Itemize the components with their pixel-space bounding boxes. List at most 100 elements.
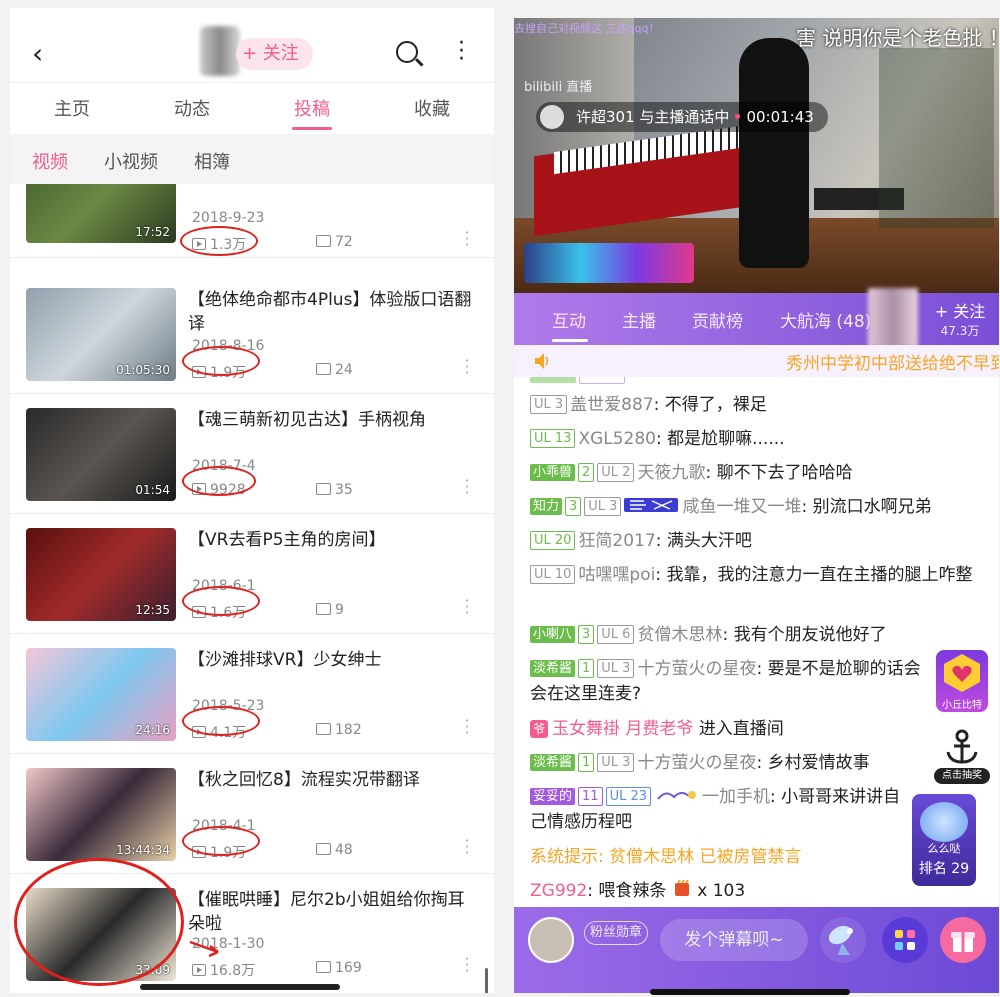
more-vertical-icon[interactable]: · · · [464,833,470,861]
comment-icon [316,723,331,735]
chat-line[interactable]: 妥妥的 11 UL 23 一加手机: 小哥哥来讲讲自己情感历程吧 [530,785,910,835]
lottery-widget[interactable]: 点击抽奖 [934,726,990,784]
video-item[interactable]: 13:44:34 【秋之回忆8】流程实况带翻译 2018-4-1 1.9万 48… [10,754,494,874]
video-title[interactable]: 【绝体绝命都市4Plus】体验版口语翻译 [188,288,478,336]
tab-anchor[interactable]: 主播 [622,307,656,332]
video-comment-count: 35 [316,482,353,498]
home-indicator[interactable] [140,984,340,990]
fan-medal-level: 2 [578,463,595,482]
chat-enter-line[interactable]: 爷玉女舞褂 月费老爷 进入直播间 [530,717,990,742]
uploader-avatar[interactable] [200,26,240,76]
more-vertical-icon[interactable]: · · · [464,473,470,501]
subtab-short-videos[interactable]: 小视频 [104,148,158,174]
chat-line[interactable]: 小乖兽 2 UL 2 天筱九歌: 聊不下去了哈哈哈 [530,461,990,486]
more-vertical-icon[interactable]: · · · [464,593,470,621]
chat-line[interactable]: 知力 3 UL 3 咸鱼一堆又一堆: 别流口水啊兄弟 [530,495,990,520]
home-indicator[interactable] [650,989,850,995]
chat-line[interactable]: UL 10 咕嘿嘿poi: 我靠，我的注意力一直在主播的腿上咋整 [530,563,980,588]
comment-icon [316,843,331,855]
video-title[interactable]: 【魂三萌新初见古达】手柄视角 [188,408,478,432]
user-level-badge: UL 6 [597,625,635,644]
chat-line[interactable]: 小喇八 3 UL 6 贫僧木思林: 我有个朋友说他好了 [530,623,990,648]
chat-username[interactable]: 咕嘿嘿poi [578,565,655,585]
chat-username[interactable]: 一加手机 [702,787,770,807]
gift-icon[interactable] [940,917,986,963]
tab-favorites[interactable]: 收藏 [414,95,450,121]
chat-username[interactable]: 咸鱼一堆又一堆 [682,497,801,517]
video-title[interactable]: 【沙滩排球VR】少女绅士 [188,648,478,672]
tab-contribution-rank[interactable]: 贡献榜 [692,307,743,332]
video-item[interactable]: 24:16 【沙滩排球VR】少女绅士 2018-5-23 4.1万 182 · ·… [10,634,494,754]
chat-username[interactable]: 十方萤火の星夜 [637,659,756,679]
user-level-badge: UL 2 [597,463,635,482]
video-item[interactable]: 01:54 【魂三萌新初见古达】手柄视角 2018-7-4 9928 35 · ·… [10,394,494,514]
voice-call-indicator[interactable]: 许超301 与主播通话中 00:01:43 [536,102,828,132]
search-icon[interactable] [396,41,418,63]
subtab-albums[interactable]: 相簿 [194,148,230,174]
chat-username[interactable]: 贫僧木思林 [637,625,722,645]
subtab-videos[interactable]: 视频 [32,148,68,174]
rank-widget[interactable]: 么么哒 排名 29 [912,794,976,886]
annotation-oval [182,706,260,736]
tab-home[interactable]: 主页 [54,95,90,121]
chat-message: 我有个朋友说他好了 [733,625,887,645]
fan-medal-button[interactable]: 粉丝勋章 [584,921,648,945]
chat-line[interactable]: UL 3 盖世爱887: 不得了，裸足 [530,393,990,418]
video-title[interactable]: 【秋之回忆8】流程实况带翻译 [188,768,478,792]
more-vertical-icon[interactable]: · · · [458,33,465,71]
back-icon[interactable]: ‹ [32,40,43,68]
video-thumbnail[interactable]: 24:16 [26,648,176,741]
video-title[interactable]: 【催眠哄睡】尼尔2b小姐姐给你掏耳朵啦 [188,888,478,936]
more-vertical-icon[interactable]: · · · [464,951,470,979]
anchor-avatar[interactable] [868,288,918,348]
video-thumbnail[interactable]: 13:44:34 [26,768,176,861]
live-video-player[interactable]: 去搜自己对视频这 三连qqq！ 害 说明你是个老色批 ！ bilibili 直播… [514,18,999,293]
follow-button[interactable]: + 关注 [236,38,313,70]
video-duration: 17:52 [135,225,170,239]
uploader-space-panel: ‹ + 关注 · · · 主页 动态 投稿 收藏 视频 小视频 相簿 17:52 2… [10,8,494,993]
video-item[interactable]: 12:35 【VR去看P5主角的房间】 2018-6-1 1.6万 9 · · · [10,514,494,634]
chat-username[interactable]: 十方萤火の星夜 [637,753,756,773]
comment-icon [316,363,331,375]
video-comment-count: 48 [316,842,353,858]
chat-username[interactable]: ZG992 [530,881,587,901]
video-thumbnail[interactable]: 01:54 [26,408,176,501]
video-title[interactable]: 【VR去看P5主角的房间】 [188,528,478,552]
chat-username[interactable]: 玉女舞褂 [552,719,620,739]
spicy-strip-gift-icon [674,879,689,896]
cupid-widget[interactable]: 小丘比特 [936,650,988,712]
chat-username[interactable]: 狂简2017 [578,531,655,551]
chat-username[interactable]: XGL5280 [578,429,656,449]
chat-username[interactable]: 天筱九歌 [637,463,705,483]
user-level-badge: UL 3 [584,497,622,516]
tab-uploads[interactable]: 投稿 [294,95,330,121]
screenshot-composite: ‹ + 关注 · · · 主页 动态 投稿 收藏 视频 小视频 相簿 17:52 2… [0,0,1000,997]
danmaku-input[interactable]: 发个弹幕呗~ [660,919,808,961]
video-thumbnail[interactable]: 12:35 [26,528,176,621]
chat-username[interactable]: 盖世爱887 [570,395,653,415]
chat-line[interactable]: UL 20 狂简2017: 满头大汗吧 [530,529,990,554]
tab-interact[interactable]: 互动 [552,307,586,332]
more-vertical-icon[interactable]: · · · [464,225,470,253]
more-vertical-icon[interactable]: · · · [464,353,470,381]
chat-line[interactable]: 淡希酱 1 UL 3 十方萤火の星夜: 要是不是尬聊的话会会在这里连麦? [530,657,930,707]
title-badge-icon [624,498,679,512]
apps-grid-icon[interactable] [882,917,928,963]
video-thumbnail[interactable]: 17:52 [26,184,176,243]
video-item[interactable]: 01:05:30 【绝体绝命都市4Plus】体验版口语翻译 2018-8-16 … [10,274,494,394]
chat-line[interactable]: UL 13 XGL5280: 都是尬聊嘛...... [530,427,990,452]
follow-anchor-button[interactable]: + 关注 47.3万 [924,298,996,339]
user-level-badge: UL 20 [530,531,576,550]
scrollbar[interactable] [485,968,488,993]
chat-line[interactable]: 淡希酱 1 UL 3 十方萤火の星夜: 乡村爱情故事 [530,751,990,776]
video-thumbnail[interactable]: 01:05:30 [26,288,176,381]
satellite-icon[interactable] [820,917,866,963]
more-vertical-icon[interactable]: · · · [464,713,470,741]
fan-medal [579,377,625,384]
my-avatar[interactable] [528,917,574,963]
tab-dynamic[interactable]: 动态 [174,95,210,121]
fan-medal-level: 1 [578,659,595,678]
live-room-panel: 去搜自己对视频这 三连qqq！ 害 说明你是个老色批 ！ bilibili 直播… [514,18,999,993]
chat-message: 满头大汗吧 [666,531,752,551]
tab-fleet[interactable]: 大航海 (48) [780,307,871,332]
